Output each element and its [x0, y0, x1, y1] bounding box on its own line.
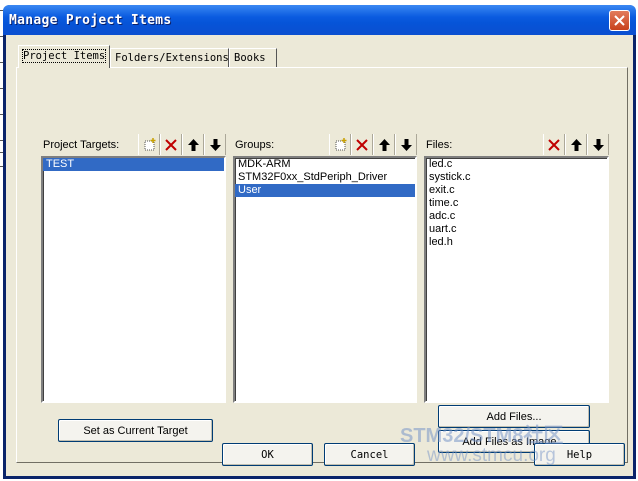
project-targets-label: Project Targets:	[43, 138, 120, 151]
move-group-up-button[interactable]	[373, 134, 395, 155]
move-up-icon	[378, 138, 390, 151]
tab-label: Books	[234, 52, 266, 64]
set-as-current-target-button[interactable]: Set as Current Target	[58, 419, 213, 442]
project-targets-list[interactable]: TEST	[41, 156, 226, 403]
new-target-button[interactable]	[138, 134, 160, 155]
move-target-up-button[interactable]	[182, 134, 204, 155]
move-up-icon	[570, 138, 582, 151]
delete-group-button[interactable]	[351, 134, 373, 155]
new-icon	[335, 138, 346, 151]
tab-books[interactable]: Books	[229, 48, 277, 67]
move-down-icon	[209, 138, 221, 151]
move-file-down-button[interactable]	[587, 134, 609, 155]
dialog-client-area: Project Items Folders/Extensions Books P…	[6, 35, 633, 476]
close-icon	[614, 15, 625, 26]
targets-toolbar	[138, 134, 226, 155]
project-items-panel: Project Targets: TEST Groups: MDK-ARM ST…	[16, 67, 628, 463]
list-item[interactable]: adc.c	[426, 210, 607, 223]
new-icon	[144, 138, 155, 151]
list-item[interactable]: systick.c	[426, 171, 607, 184]
list-item[interactable]: led.c	[426, 158, 607, 171]
close-button[interactable]	[609, 10, 630, 31]
move-down-icon	[400, 138, 412, 151]
project-targets-panel: Project Targets: TEST	[41, 134, 226, 403]
groups-panel: Groups: MDK-ARM STM32F0xx_StdPeriph_Driv…	[233, 134, 417, 403]
tab-project-items[interactable]: Project Items	[18, 45, 110, 68]
list-item[interactable]: STM32F0xx_StdPeriph_Driver	[235, 171, 415, 184]
list-item[interactable]: led.h	[426, 236, 607, 249]
move-target-down-button[interactable]	[204, 134, 226, 155]
tab-label: Project Items	[21, 49, 107, 63]
watermark-url: www.stmcu.org	[427, 445, 556, 466]
groups-toolbar	[329, 134, 417, 155]
move-file-up-button[interactable]	[565, 134, 587, 155]
delete-icon	[165, 138, 177, 151]
new-group-button[interactable]	[329, 134, 351, 155]
manage-project-items-dialog: Manage Project Items Project Items Folde…	[3, 5, 636, 479]
files-list[interactable]: led.c systick.c exit.c time.c adc.c uart…	[424, 156, 609, 403]
delete-target-button[interactable]	[160, 134, 182, 155]
list-item[interactable]: uart.c	[426, 223, 607, 236]
ok-button[interactable]: OK	[222, 443, 313, 466]
delete-icon	[548, 138, 560, 151]
move-up-icon	[187, 138, 199, 151]
move-group-down-button[interactable]	[395, 134, 417, 155]
list-item[interactable]: exit.c	[426, 184, 607, 197]
window-title: Manage Project Items	[9, 12, 172, 28]
list-item[interactable]: MDK-ARM	[235, 158, 415, 171]
title-bar[interactable]: Manage Project Items	[3, 5, 636, 35]
tab-label: Folders/Extensions	[115, 52, 229, 64]
list-item[interactable]: time.c	[426, 197, 607, 210]
delete-icon	[356, 138, 368, 151]
files-label: Files:	[426, 138, 453, 151]
delete-file-button[interactable]	[543, 134, 565, 155]
list-item[interactable]: User	[235, 184, 415, 197]
files-panel: Files: led.c systick.c exit.c time.c adc…	[424, 134, 609, 403]
tab-folders-extensions[interactable]: Folders/Extensions	[110, 48, 229, 67]
move-down-icon	[592, 138, 604, 151]
files-toolbar	[543, 134, 609, 155]
groups-label: Groups:	[235, 138, 275, 151]
groups-list[interactable]: MDK-ARM STM32F0xx_StdPeriph_Driver User	[233, 156, 417, 403]
watermark-site-name: STM32/STM8社区	[400, 425, 564, 447]
list-item[interactable]: TEST	[43, 158, 224, 171]
